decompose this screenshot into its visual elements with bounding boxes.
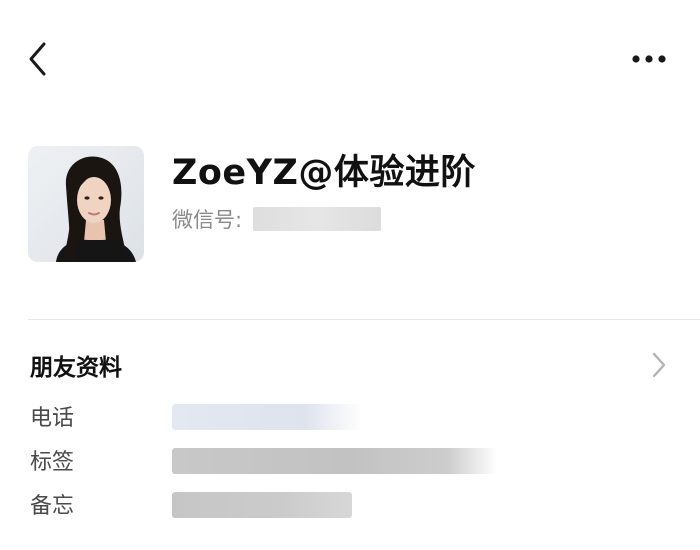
phone-field: 电话 <box>0 396 700 436</box>
wechat-id-row: 微信号: <box>172 204 382 234</box>
friend-info-title: 朋友资料 <box>30 355 122 381</box>
chevron-right-icon <box>652 352 666 378</box>
back-button[interactable] <box>22 38 58 80</box>
tags-label: 标签 <box>30 450 75 475</box>
tags-value-redacted <box>172 448 497 474</box>
avatar-photo <box>28 146 144 262</box>
more-options-button[interactable] <box>624 44 674 74</box>
contact-avatar[interactable] <box>28 146 144 262</box>
profile-header: ZoeYZ@体验进阶 微信号: <box>0 140 700 270</box>
memo-field: 备忘 <box>0 484 700 524</box>
friend-info-row[interactable]: 朋友资料 <box>0 336 700 394</box>
tags-field: 标签 <box>0 440 700 480</box>
memo-label: 备忘 <box>30 494 75 519</box>
more-horizontal-icon <box>632 55 666 63</box>
contact-name: ZoeYZ@体验进阶 <box>172 153 476 193</box>
section-divider <box>28 319 700 320</box>
phone-label: 电话 <box>30 406 75 431</box>
wechat-id-label: 微信号: <box>172 208 243 232</box>
phone-value-redacted <box>172 404 362 430</box>
chevron-left-icon <box>29 42 46 76</box>
top-bar <box>0 0 700 120</box>
memo-value-redacted <box>172 492 352 518</box>
wechat-id-value-redacted <box>253 207 382 231</box>
